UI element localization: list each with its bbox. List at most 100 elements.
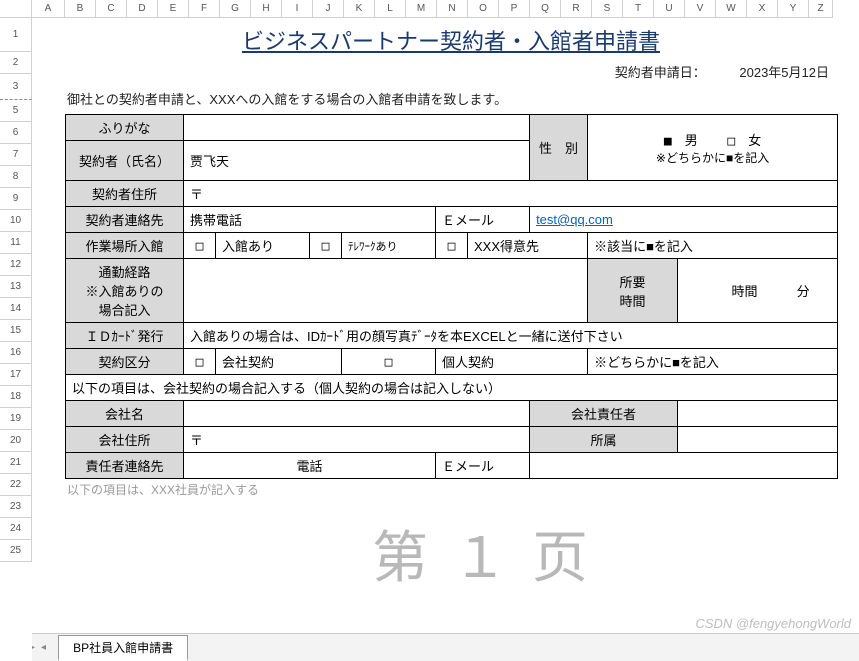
row-1[interactable]: 1 (0, 18, 32, 52)
row-13[interactable]: 13 (0, 276, 32, 298)
val-commute[interactable] (184, 259, 588, 323)
lbl-xxx: XXX得意先 (468, 233, 588, 259)
lbl-contact: 契約者連絡先 (66, 207, 184, 233)
cb-kojin-icon[interactable]: □ (342, 349, 436, 375)
worksite-note: ※該当に■を記入 (588, 233, 838, 259)
col-H[interactable]: H (251, 0, 282, 18)
form-content: ビジネスパートナー契約者・入館者申請書 契約者申請日： 2023年5月12日 御… (65, 18, 837, 498)
row-22[interactable]: 22 (0, 474, 32, 496)
row-25[interactable]: 25 (0, 540, 32, 562)
val-company-sekininsha[interactable] (678, 401, 838, 427)
cb-kaisha-icon[interactable]: □ (184, 349, 216, 375)
row-24[interactable]: 24 (0, 518, 32, 540)
row-19[interactable]: 19 (0, 408, 32, 430)
nav-prev-icon[interactable]: ◂ (41, 642, 46, 653)
cb-telework-icon[interactable]: □ (310, 233, 342, 259)
tab-nav-arrows[interactable]: ▸ ◂ (30, 642, 46, 653)
bottom-cut-text: 以下の項目は、XXX社員が記入する (65, 479, 837, 498)
lbl-seibetsu: 性 別 (530, 115, 588, 181)
row-9[interactable]: 9 (0, 188, 32, 210)
val-shozoku[interactable] (678, 427, 838, 453)
lbl-address: 契約者住所 (66, 181, 184, 207)
col-L[interactable]: L (375, 0, 406, 18)
email-link[interactable]: test@qq.com (536, 212, 613, 227)
col-F[interactable]: F (189, 0, 220, 18)
col-N[interactable]: N (437, 0, 468, 18)
sheet-tab-bar: ▸ ◂ BP社員入館申請書 (0, 633, 859, 661)
row-23[interactable]: 23 (0, 496, 32, 518)
row-7[interactable]: 7 (0, 144, 32, 166)
lbl-company-sekininsha: 会社責任者 (530, 401, 678, 427)
row-2[interactable]: 2 (0, 52, 32, 74)
col-S[interactable]: S (592, 0, 623, 18)
val-shoyo[interactable]: 時間 分 (678, 259, 838, 323)
val-furigana[interactable] (184, 115, 530, 141)
val-tel[interactable]: 電話 (184, 453, 436, 479)
col-O[interactable]: O (468, 0, 499, 18)
col-G[interactable]: G (220, 0, 251, 18)
section-note: 以下の項目は、会社契約の場合記入する（個人契約の場合は記入しない） (66, 375, 838, 401)
lbl-email2: Ｅメール (436, 453, 530, 479)
val-company-name[interactable] (184, 401, 530, 427)
col-Y[interactable]: Y (778, 0, 809, 18)
col-B[interactable]: B (65, 0, 96, 18)
col-R[interactable]: R (561, 0, 592, 18)
lbl-furigana: ふりがな (66, 115, 184, 141)
col-Q[interactable]: Q (530, 0, 561, 18)
row-3[interactable]: 3 (0, 74, 32, 100)
val-company-address[interactable]: 〒 (184, 427, 530, 453)
row-21[interactable]: 21 (0, 452, 32, 474)
app-date-label: 契約者申請日： (615, 65, 706, 80)
select-all-corner[interactable] (0, 0, 32, 18)
row-8[interactable]: 8 (0, 166, 32, 188)
row-10[interactable]: 10 (0, 210, 32, 232)
col-T[interactable]: T (623, 0, 654, 18)
row-17[interactable]: 17 (0, 364, 32, 386)
row-15[interactable]: 15 (0, 320, 32, 342)
col-D[interactable]: D (127, 0, 158, 18)
val-name[interactable]: 贾飞天 (184, 141, 530, 181)
row-20[interactable]: 20 (0, 430, 32, 452)
lbl-shozoku: 所属 (530, 427, 678, 453)
col-K[interactable]: K (344, 0, 375, 18)
val-address[interactable]: 〒 (184, 181, 838, 207)
row-12[interactable]: 12 (0, 254, 32, 276)
col-M[interactable]: M (406, 0, 437, 18)
row-16[interactable]: 16 (0, 342, 32, 364)
val-email2[interactable] (530, 453, 838, 479)
sheet-tab[interactable]: BP社員入館申請書 (58, 635, 188, 661)
col-I[interactable]: I (282, 0, 313, 18)
col-C[interactable]: C (96, 0, 127, 18)
col-U[interactable]: U (654, 0, 685, 18)
lbl-telework: ﾃﾚﾜｰｸあり (342, 233, 436, 259)
col-Z[interactable]: Z (809, 0, 833, 18)
cb-nyukan-icon[interactable]: □ (184, 233, 216, 259)
row-14[interactable]: 14 (0, 298, 32, 320)
row-11[interactable]: 11 (0, 232, 32, 254)
lbl-shoyo: 所要時間 (588, 259, 678, 323)
val-email[interactable]: test@qq.com (530, 207, 838, 233)
row-5[interactable]: 5 (0, 100, 32, 122)
cb-xxx-icon[interactable]: □ (436, 233, 468, 259)
lbl-kubun: 契約区分 (66, 349, 184, 375)
idcard-note: 入館ありの場合は、IDｶｰﾄﾞ用の顔写真ﾃﾞｰﾀを本EXCELと一緒に送付下さい (184, 323, 838, 349)
form-table: ふりがな 性 別 ■ 男 □ 女 ※どちらかに■を記入 契約者（氏名） 贾飞天 … (65, 114, 838, 479)
lbl-worksite: 作業場所入館 (66, 233, 184, 259)
row-18[interactable]: 18 (0, 386, 32, 408)
col-P[interactable]: P (499, 0, 530, 18)
col-J[interactable]: J (313, 0, 344, 18)
form-title: ビジネスパートナー契約者・入館者申請書 (65, 18, 837, 60)
row-6[interactable]: 6 (0, 122, 32, 144)
col-E[interactable]: E (158, 0, 189, 18)
col-W[interactable]: W (716, 0, 747, 18)
page-watermark: 第１页 (372, 513, 612, 594)
seibetsu-note: ※どちらかに■を記入 (656, 151, 769, 165)
col-V[interactable]: V (685, 0, 716, 18)
col-X[interactable]: X (747, 0, 778, 18)
spreadsheet-grid[interactable]: ビジネスパートナー契約者・入館者申請書 契約者申請日： 2023年5月12日 御… (32, 18, 859, 633)
column-headers: A B C D E F G H I J K L M N O P Q R S T … (0, 0, 859, 18)
val-seibetsu[interactable]: ■ 男 □ 女 ※どちらかに■を記入 (588, 115, 838, 181)
col-A[interactable]: A (32, 0, 65, 18)
val-mobile[interactable]: 携帯電話 (184, 207, 436, 233)
lbl-nyukan: 入館あり (216, 233, 310, 259)
